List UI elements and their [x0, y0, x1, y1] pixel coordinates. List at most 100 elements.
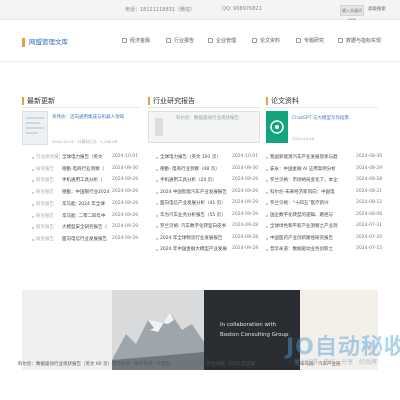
list-item[interactable]: 全球绿色和平新产业洞察之产业洞 2024-07-31: [266, 223, 390, 234]
bullet-icon: [156, 249, 158, 251]
chatgpt-logo[interactable]: [266, 111, 288, 143]
nav-item-data[interactable]: 数据与指标实现: [338, 37, 381, 44]
bullet-icon: [32, 168, 34, 171]
bullet-icon: [32, 180, 34, 183]
list-item[interactable]: 手机通用工具分析（24 页） 2024-09-29: [156, 177, 280, 188]
nav-item-topics[interactable]: 专题研究: [296, 37, 324, 44]
list-item[interactable]: 罗兰贝格：市场格局变化下，本企 2024-08-28: [266, 177, 390, 188]
feature-title[interactable]: 英伟达：迈向通用集成与机器人领域: [52, 114, 138, 120]
item-title[interactable]: 德勤：中国银行业2024: [62, 189, 110, 195]
list-item[interactable]: 研究报告 华马能: 2024 年全球 2024-09-29: [32, 201, 156, 212]
item-category: 行业研究报告: [36, 155, 60, 160]
feature-thumbnail[interactable]: [22, 111, 48, 145]
item-title[interactable]: 面向电信产业发展分析（41 页）: [160, 200, 230, 206]
list-item[interactable]: 国企数字化转型的逻辑、路径与 2024-08-08: [266, 211, 390, 223]
list-item[interactable]: 罗兰贝格：“十四五”医疗新兴 2024-08-12: [266, 200, 390, 211]
title-accent: [148, 97, 150, 105]
item-title[interactable]: 德勤- 电商行业洞察（48 页）: [160, 166, 230, 172]
advanced-search-link[interactable]: 高级搜索: [364, 5, 390, 16]
item-title[interactable]: 全球电力报告（英文: [62, 154, 110, 160]
list-item[interactable]: 2024 年全球物流行业发展报告 2024-09-28: [156, 235, 280, 246]
logo-mark: [22, 37, 25, 47]
item-title[interactable]: 华马能: 2024 年全球: [62, 201, 110, 207]
item-date: 2024-08-29: [356, 165, 383, 171]
banner-2[interactable]: [112, 290, 204, 370]
document-icon: [252, 38, 257, 43]
item-title[interactable]: 手机通用工具分析（: [62, 177, 110, 183]
list-item[interactable]: 研究报告 德勤-电商行业洞察（ 2024-09-30: [32, 166, 156, 177]
bullet-icon: [266, 180, 268, 182]
list-item[interactable]: 研究报告 面向电信行业发展报告 2024-09-29: [32, 236, 156, 247]
list-item[interactable]: 行业研究报告全球电力报告（英文2024-10-01: [32, 154, 156, 165]
list-item[interactable]: 全球电力报告（英文 191 页） 2024-10-01: [156, 154, 280, 165]
banner-caption[interactable]: 普华永道：数字经济 · 大模型: [112, 361, 170, 367]
item-date: 2024-08-28: [356, 177, 383, 182]
item-date: 2024-07-31: [356, 223, 383, 228]
list-item[interactable]: 德勤- 电商行业洞察（48 页） 2024-09-30: [156, 166, 280, 177]
divider: [148, 107, 260, 108]
item-title[interactable]: 罗兰贝格：市场格局变化下，本企: [270, 177, 354, 183]
report-icon: [166, 38, 171, 43]
list-item[interactable]: 研究报告 大模型安全研究报告（ 2024-09-29: [32, 224, 156, 235]
feature-title[interactable]: ChatGPT 与大模型写作指南: [292, 115, 349, 121]
item-title[interactable]: 大模型安全研究报告（: [62, 224, 110, 230]
item-title[interactable]: 国企数字化转型的逻辑、路径与: [270, 212, 354, 218]
nav-item-economy[interactable]: 经济金融: [122, 37, 150, 44]
list-item[interactable]: 研究报告 手机通用工具分析（ 2024-09-29: [32, 177, 156, 188]
list-item[interactable]: 2024 年中国金融大模型产业发展 2024-09-28: [156, 246, 280, 257]
list-item[interactable]: 普华永道：数据驱动业务创新之 2024-07-15: [266, 246, 390, 257]
feature-date: 2024-09-28: [292, 136, 315, 141]
item-title[interactable]: 面向电信行业发展报告: [62, 236, 110, 242]
search-box[interactable]: 输入关键词搜索: [340, 5, 364, 23]
nav-item-reports[interactable]: 行业报告: [166, 37, 194, 44]
list-item[interactable]: 2024 中国智能汽车产业发展报告 2024-09-29: [156, 189, 280, 200]
item-title[interactable]: 罗兰贝格: 汽车数字化转型白皮书: [160, 223, 230, 229]
list-item[interactable]: 中国医药产业创新路径研究报告 2024-07-20: [266, 235, 390, 246]
bullet-icon: [156, 237, 158, 240]
list-item[interactable]: 我国新能源汽车产业发展现状与趋 2024-08-30: [266, 154, 390, 165]
banner-1[interactable]: [22, 290, 112, 370]
item-title[interactable]: 普华永道：数据驱动业务创新之: [270, 246, 354, 252]
nav-item-management[interactable]: 企业管理: [208, 37, 236, 44]
item-date: 2024-09-29: [112, 189, 139, 195]
item-title[interactable]: 科尔尼-未来经济新风向：中国电: [270, 189, 354, 195]
item-date: 2024-07-15: [356, 246, 383, 251]
bullet-icon: [266, 157, 268, 159]
list-item[interactable]: 华为汽车业务分析报告（55 页） 2024-09-29: [156, 212, 280, 223]
banner-caption[interactable]: 罗兰贝格：2024 年全球: [206, 361, 255, 367]
item-title[interactable]: 全球电力报告（英文 191 页）: [160, 154, 230, 160]
list-item[interactable]: 罗兰贝格: 汽车数字化转型白皮书 2024-09-28: [156, 223, 280, 234]
item-date: 2024-08-08: [356, 211, 383, 217]
chart-icon: [122, 38, 127, 43]
item-title[interactable]: 2024 年全球物流行业发展报告: [160, 235, 230, 241]
bullet-icon: [156, 157, 158, 159]
feature-title[interactable]: 科尔尼：数据驱动行业现状报告: [176, 115, 239, 121]
item-date: 2024-09-28: [232, 223, 259, 228]
item-title[interactable]: 安永：中国金融 AI 应用案例分析: [270, 166, 354, 172]
bullet-icon: [32, 157, 34, 159]
banner-caption[interactable]: 科尔尼：数据驱动行业现状报告（英文 60 页）: [18, 361, 112, 367]
item-date: 2024-08-21: [356, 188, 383, 194]
item-title[interactable]: 我国新能源汽车产业发展现状与趋: [270, 154, 354, 160]
bullet-icon: [156, 203, 158, 205]
item-date: 2024-09-28: [232, 246, 259, 251]
list-item[interactable]: 科尔尼-未来经济新风向：中国电 2024-08-21: [266, 188, 390, 200]
top-bar: 电话：18121118831（微信） QQ: 908976821 输入关键词搜索…: [0, 0, 400, 23]
site-logo[interactable]: 网盟管理文库: [22, 36, 68, 47]
item-title[interactable]: 2024 中国智能汽车产业发展报告: [160, 189, 230, 195]
item-title[interactable]: 华马能: 二零二四年中: [62, 213, 110, 219]
item-title[interactable]: 华为汽车业务分析报告（55 页）: [160, 212, 230, 218]
item-title[interactable]: 2024 年中国金融大模型产业发展: [160, 246, 230, 252]
list-item[interactable]: 面向电信产业发展分析（41 页） 2024-09-29: [156, 200, 280, 211]
list-item[interactable]: 研究报告 华马能: 二零二四年中 2024-09-29: [32, 213, 156, 224]
item-title[interactable]: 全球绿色和平新产业洞察之产业洞: [270, 223, 354, 229]
item-title[interactable]: 罗兰贝格：“十四五”医疗新兴: [270, 200, 354, 206]
item-title[interactable]: 中国医药产业创新路径研究报告: [270, 235, 354, 241]
item-title[interactable]: 德勤-电商行业洞察（: [62, 166, 110, 172]
bullet-icon: [266, 214, 268, 217]
building-icon: [208, 38, 213, 43]
list-item[interactable]: 安永：中国金融 AI 应用案例分析 2024-08-29: [266, 165, 390, 177]
nav-item-papers[interactable]: 论文资料: [252, 37, 280, 44]
item-title[interactable]: 手机通用工具分析（24 页）: [160, 177, 230, 183]
list-item[interactable]: 研究报告 德勤：中国银行业2024 2024-09-29: [32, 189, 156, 200]
